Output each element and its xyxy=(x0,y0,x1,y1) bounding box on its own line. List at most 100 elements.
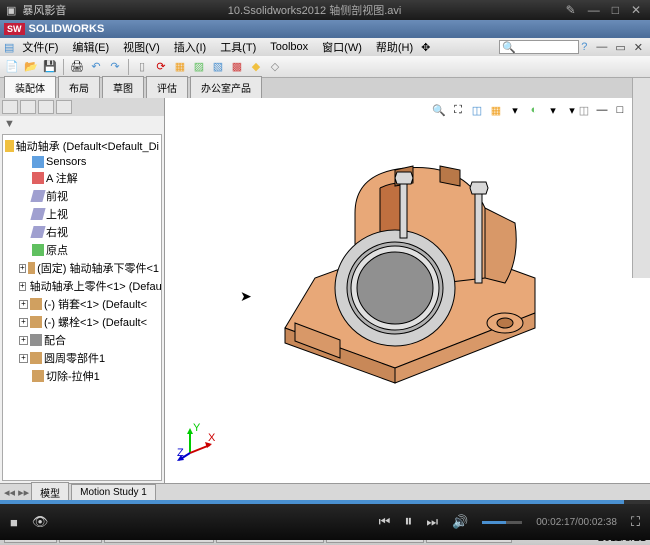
expand-icon[interactable]: + xyxy=(19,300,28,309)
tool-icon[interactable]: ▩ xyxy=(229,59,245,75)
appearance-icon[interactable]: ▾ xyxy=(545,102,561,118)
tree-item[interactable]: Sensors xyxy=(5,155,159,169)
section-icon[interactable]: ▾ xyxy=(507,102,523,118)
tree-item-label: (-) 销套<1> (Default< xyxy=(44,296,147,312)
menu-window[interactable]: 窗口(W) xyxy=(316,37,368,57)
select-icon[interactable]: ▯ xyxy=(134,59,150,75)
tree-item[interactable]: +圆周零部件1 xyxy=(5,349,159,367)
tree-item[interactable]: 右视 xyxy=(5,223,159,241)
vp-max-icon[interactable]: □ xyxy=(612,102,628,118)
tree-item[interactable]: + (-) 销套<1> (Default< xyxy=(5,295,159,313)
tree-item[interactable]: 前视 xyxy=(5,187,159,205)
expand-icon[interactable]: + xyxy=(19,354,28,363)
svg-text:Y: Y xyxy=(193,423,201,434)
menu-insert[interactable]: 插入(I) xyxy=(168,37,212,57)
progress-bar[interactable] xyxy=(0,500,650,504)
tree-item[interactable]: 上视 xyxy=(5,205,159,223)
tree-item-label: Sensors xyxy=(46,156,86,168)
search-icon: 🔍 xyxy=(502,41,516,54)
prev-icon[interactable]: ⏮ xyxy=(379,514,391,530)
menu-tools[interactable]: 工具(T) xyxy=(214,37,262,57)
redo-icon[interactable]: ↷ xyxy=(107,59,123,75)
display-tab[interactable] xyxy=(56,100,72,114)
sidebar-tabs xyxy=(0,98,164,116)
tree-root[interactable]: 轴动轴承 (Default<Default_Di xyxy=(5,137,159,155)
restore-icon[interactable]: ▭ xyxy=(612,41,628,54)
menu-app-icon[interactable]: ▤ xyxy=(4,41,14,54)
menu-toolbox[interactable]: Toolbox xyxy=(264,39,314,55)
display-style-icon[interactable]: ▦ xyxy=(488,102,504,118)
volume-slider[interactable] xyxy=(482,521,522,524)
close-icon[interactable]: ✕ xyxy=(631,41,646,54)
vp-split-icon[interactable]: ◫ xyxy=(576,102,592,118)
menu-view[interactable]: 视图(V) xyxy=(117,37,166,57)
help-icon[interactable]: ? xyxy=(581,41,587,53)
player-app-icon: ▣ xyxy=(6,4,16,17)
tab-evaluate[interactable]: 评估 xyxy=(146,76,188,98)
save-icon[interactable]: 💾 xyxy=(42,59,58,75)
menu-file[interactable]: 文件(F) xyxy=(16,37,64,57)
tool-icon[interactable]: ▧ xyxy=(210,59,226,75)
expand-icon[interactable]: + xyxy=(19,336,28,345)
minimize-icon[interactable]: — xyxy=(593,41,610,54)
menu-edit[interactable]: 编辑(E) xyxy=(66,37,115,57)
view-orient-icon[interactable]: ◫ xyxy=(469,102,485,118)
viewport[interactable]: 🔍 ⛶ ◫ ▦ ▾ ◐ ▾ ▾ ◫ — □ ✕ xyxy=(165,98,650,483)
player-app-name: 暴风影音 xyxy=(22,2,66,18)
sidebar-toggle[interactable]: ▼ xyxy=(0,116,164,132)
player-maximize-icon[interactable]: □ xyxy=(609,3,622,17)
tree-item[interactable]: 切除-拉伸1 xyxy=(5,367,159,385)
tab-layout[interactable]: 布局 xyxy=(58,76,100,98)
player-minimize-icon[interactable]: — xyxy=(585,3,603,17)
config-tab[interactable] xyxy=(38,100,54,114)
nav-arrows[interactable]: ◂◂ ▸▸ xyxy=(4,486,29,499)
tree-root-label: 轴动轴承 (Default<Default_Di xyxy=(16,138,159,154)
tree-item-icon xyxy=(30,334,42,346)
zoom-fit-icon[interactable]: 🔍 xyxy=(431,102,447,118)
triad-icon: Y X Z xyxy=(175,423,215,463)
fullscreen-icon[interactable]: ⛶ xyxy=(631,514,640,530)
tree-item[interactable]: +(-) 螺栓<1> (Default< xyxy=(5,313,159,331)
rebuild-icon[interactable]: ⟳ xyxy=(153,59,169,75)
player-close-icon[interactable]: ✕ xyxy=(628,3,644,17)
tool-icon[interactable]: ▨ xyxy=(191,59,207,75)
expand-icon[interactable]: + xyxy=(19,318,28,327)
new-icon[interactable]: 📄 xyxy=(4,59,20,75)
open-icon[interactable]: 📂 xyxy=(23,59,39,75)
task-pane[interactable] xyxy=(632,78,650,278)
expand-icon[interactable]: + xyxy=(19,282,26,291)
pause-icon[interactable]: ⏸ xyxy=(404,513,412,531)
feature-manager: ▼ 轴动轴承 (Default<Default_Di SensorsA 注解前视… xyxy=(0,98,165,483)
print-icon[interactable]: 🖨 xyxy=(69,59,85,75)
tab-assembly[interactable]: 装配体 xyxy=(4,76,56,98)
tree-item[interactable]: A 注解 xyxy=(5,169,159,187)
tool-icon[interactable]: ◆ xyxy=(248,59,264,75)
scene-icon[interactable]: ◐ xyxy=(526,102,542,118)
volume-icon[interactable]: 🔊 xyxy=(452,514,468,530)
search-input[interactable]: 🔍 xyxy=(499,40,579,54)
undo-icon[interactable]: ↶ xyxy=(88,59,104,75)
menu-dropdown-icon[interactable]: ✥ xyxy=(421,41,430,54)
zoom-area-icon[interactable]: ⛶ xyxy=(450,102,466,118)
tool-icon[interactable]: ◇ xyxy=(267,59,283,75)
eye-icon[interactable]: 👁 xyxy=(32,514,49,530)
expand-icon[interactable]: + xyxy=(19,264,26,273)
tree-item[interactable]: +轴动轴承上零件<1> (Defaul xyxy=(5,277,159,295)
tab-motion-study[interactable]: Motion Study 1 xyxy=(71,484,156,501)
vp-min-icon[interactable]: — xyxy=(594,102,610,118)
tab-office[interactable]: 办公室产品 xyxy=(190,76,262,98)
stop-icon[interactable]: ■ xyxy=(10,515,18,530)
property-tab[interactable] xyxy=(20,100,36,114)
tree-item-label: 右视 xyxy=(46,224,68,240)
next-icon[interactable]: ⏭ xyxy=(426,514,438,530)
player-tool-icon[interactable]: ✎ xyxy=(563,3,579,17)
tab-sketch[interactable]: 草图 xyxy=(102,76,144,98)
tree-item[interactable]: +配合 xyxy=(5,331,159,349)
tree-item[interactable]: 原点 xyxy=(5,241,159,259)
menu-help[interactable]: 帮助(H) xyxy=(370,37,419,57)
feature-tree-tab[interactable] xyxy=(2,100,18,114)
tree-item-icon xyxy=(30,226,45,238)
options-icon[interactable]: ▦ xyxy=(172,59,188,75)
tree-item[interactable]: +(固定) 轴动轴承下零件<1 xyxy=(5,259,159,277)
viewport-toolbar: 🔍 ⛶ ◫ ▦ ▾ ◐ ▾ ▾ xyxy=(431,102,580,118)
